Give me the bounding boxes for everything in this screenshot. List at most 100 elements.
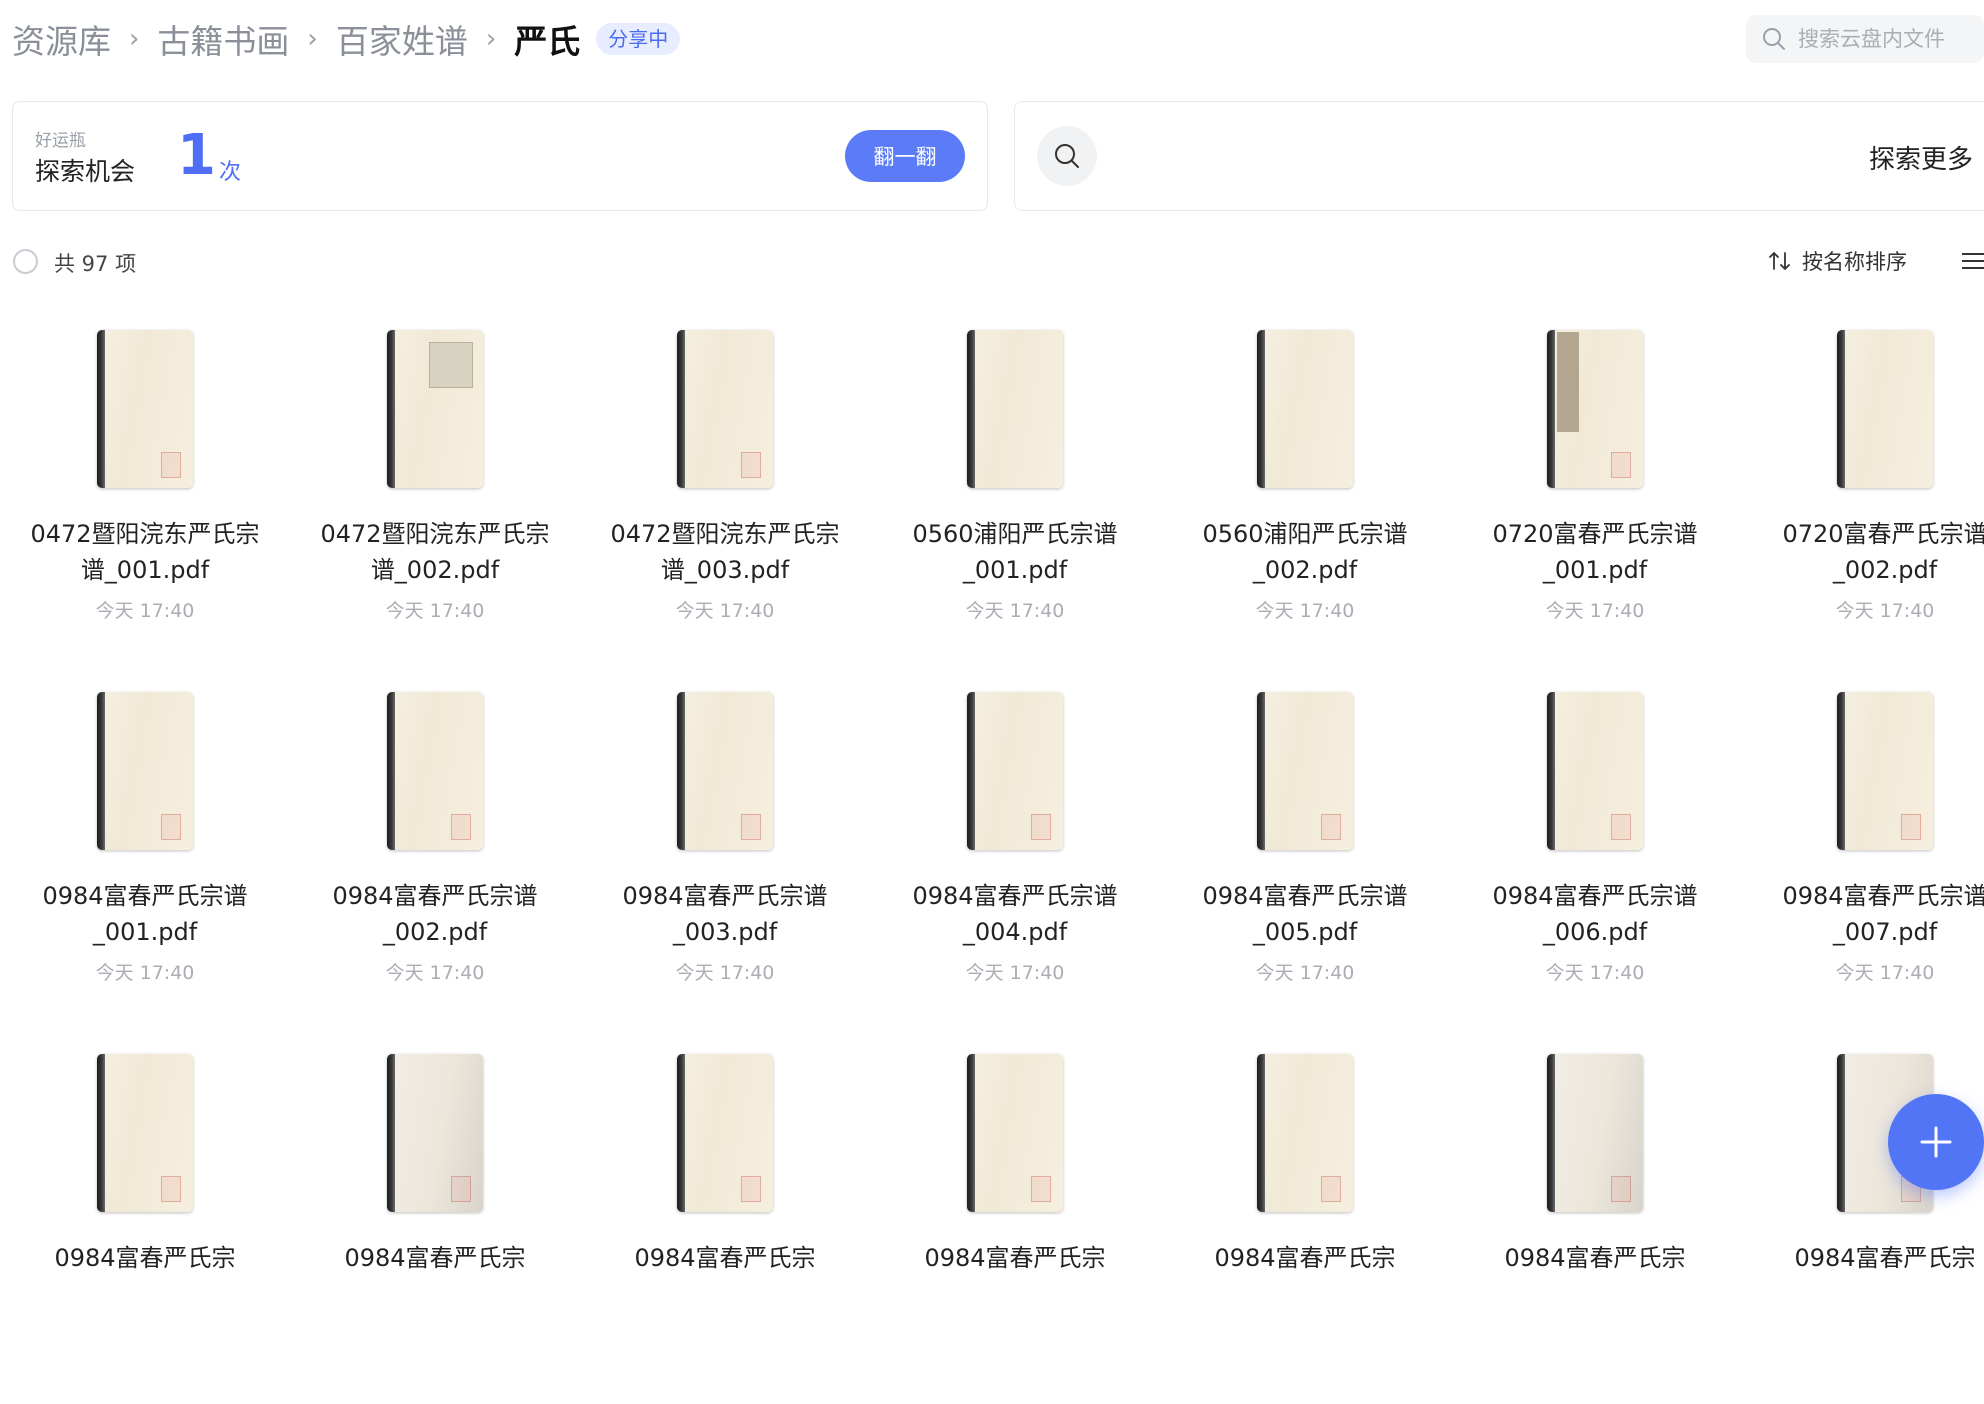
lucky-bottle-card: 好运瓶 探索机会 1 次 翻一翻	[12, 101, 988, 211]
item-count: 共 97 项	[54, 252, 137, 276]
chance-unit: 次	[219, 160, 242, 185]
select-all-checkbox[interactable]	[13, 249, 38, 274]
sort-by-name-button[interactable]: 按名称排序	[1768, 246, 1907, 276]
explore-chance-title: 探索机会	[35, 157, 136, 186]
breadcrumb-item-surnames[interactable]: 百家姓谱	[336, 15, 468, 63]
file-item[interactable]: 0984富春严氏宗谱_002.pdf 今天 17:40	[290, 680, 580, 1042]
file-item[interactable]: 0984富春严氏宗谱_007.pdf 今天 17:40	[1740, 680, 1984, 1042]
add-button[interactable]	[1888, 1094, 1984, 1190]
search-bar[interactable]	[1746, 15, 1984, 63]
file-name: 0472暨阳浣东严氏宗谱_001.pdf	[30, 520, 260, 584]
pdf-thumbnail	[1257, 1054, 1353, 1212]
file-time: 今天 17:40	[965, 962, 1065, 984]
file-item[interactable]: 0720富春严氏宗谱_002.pdf 今天 17:40	[1740, 318, 1984, 680]
breadcrumb-separator: ›	[485, 24, 497, 54]
file-time: 今天 17:40	[1835, 600, 1935, 622]
pdf-thumbnail	[677, 1054, 773, 1212]
sharing-status-badge: 分享中	[596, 23, 681, 55]
file-time: 今天 17:40	[95, 600, 195, 622]
file-item[interactable]: 0472暨阳浣东严氏宗谱_002.pdf 今天 17:40	[290, 318, 580, 680]
file-time: 今天 17:40	[385, 962, 485, 984]
explore-more-link[interactable]: 探索更多	[1869, 139, 1973, 176]
pdf-thumbnail	[1257, 330, 1353, 488]
file-name: 0984富春严氏宗谱_005.pdf	[1202, 882, 1408, 946]
pdf-thumbnail	[387, 330, 483, 488]
pdf-thumbnail	[967, 692, 1063, 850]
file-item[interactable]: 0984富春严氏宗	[0, 1042, 290, 1404]
file-item[interactable]: 0560浦阳严氏宗谱_001.pdf 今天 17:40	[870, 318, 1160, 680]
pdf-thumbnail	[1257, 692, 1353, 850]
file-item[interactable]: 0984富春严氏宗谱_006.pdf 今天 17:40	[1450, 680, 1740, 1042]
file-time: 今天 17:40	[1545, 962, 1645, 984]
file-time: 今天 17:40	[675, 962, 775, 984]
search-icon	[1055, 144, 1079, 168]
file-name: 0472暨阳浣东严氏宗谱_003.pdf	[610, 520, 840, 584]
sort-icon	[1769, 252, 1790, 270]
file-name: 0984富春严氏宗	[54, 1244, 236, 1272]
pdf-thumbnail	[967, 1054, 1063, 1212]
pdf-thumbnail	[97, 692, 193, 850]
pdf-thumbnail	[967, 330, 1063, 488]
file-item[interactable]: 0984富春严氏宗	[870, 1042, 1160, 1404]
file-name: 0984富春严氏宗谱_007.pdf	[1782, 882, 1984, 946]
file-name: 0984富春严氏宗	[1504, 1244, 1686, 1272]
file-name: 0472暨阳浣东严氏宗谱_002.pdf	[320, 520, 550, 584]
pdf-thumbnail	[1837, 330, 1933, 488]
breadcrumb-item-ancient-books[interactable]: 古籍书画	[157, 15, 289, 63]
pdf-thumbnail	[1837, 692, 1933, 850]
pdf-thumbnail	[387, 1054, 483, 1212]
page-title: 严氏	[514, 22, 581, 61]
file-item[interactable]: 0984富春严氏宗	[1450, 1042, 1740, 1404]
plus-icon	[1920, 1126, 1952, 1158]
pdf-thumbnail	[677, 692, 773, 850]
file-name: 0984富春严氏宗	[1794, 1244, 1976, 1272]
file-time: 今天 17:40	[1255, 600, 1355, 622]
pdf-thumbnail	[97, 1054, 193, 1212]
file-item[interactable]: 0984富春严氏宗	[580, 1042, 870, 1404]
file-item[interactable]: 0560浦阳严氏宗谱_002.pdf 今天 17:40	[1160, 318, 1450, 680]
file-grid: 0472暨阳浣东严氏宗谱_001.pdf 今天 17:40 0472暨阳浣东严氏…	[0, 318, 1984, 1404]
pdf-thumbnail	[1547, 692, 1643, 850]
pdf-thumbnail	[677, 330, 773, 488]
search-input[interactable]	[1796, 26, 1980, 52]
list-view-icon[interactable]	[1962, 252, 1984, 270]
file-time: 今天 17:40	[95, 962, 195, 984]
file-time: 今天 17:40	[675, 600, 775, 622]
explore-search-button[interactable]	[1037, 126, 1097, 186]
file-name: 0984富春严氏宗谱_002.pdf	[332, 882, 538, 946]
file-name: 0984富春严氏宗谱_004.pdf	[912, 882, 1118, 946]
explore-card[interactable]: 探索更多	[1014, 101, 1984, 211]
file-item[interactable]: 0984富春严氏宗	[290, 1042, 580, 1404]
file-time: 今天 17:40	[965, 600, 1065, 622]
file-name: 0984富春严氏宗	[634, 1244, 816, 1272]
file-item[interactable]: 0472暨阳浣东严氏宗谱_001.pdf 今天 17:40	[0, 318, 290, 680]
breadcrumb-separator: ›	[129, 24, 140, 54]
file-name: 0984富春严氏宗	[924, 1244, 1106, 1272]
file-time: 今天 17:40	[1835, 962, 1935, 984]
breadcrumb-item-resources[interactable]: 资源库	[12, 15, 111, 63]
file-item[interactable]: 0720富春严氏宗谱_001.pdf 今天 17:40	[1450, 318, 1740, 680]
breadcrumb: 资源库 › 古籍书画 › 百家姓谱 › 严氏 分享中	[12, 14, 681, 64]
pdf-thumbnail	[97, 330, 193, 488]
file-item[interactable]: 0984富春严氏宗	[1160, 1042, 1450, 1404]
search-icon	[1763, 28, 1785, 50]
file-item[interactable]: 0984富春严氏宗谱_005.pdf 今天 17:40	[1160, 680, 1450, 1042]
file-item[interactable]: 0984富春严氏宗谱_004.pdf 今天 17:40	[870, 680, 1160, 1042]
file-name: 0984富春严氏宗谱_001.pdf	[42, 882, 248, 946]
file-name: 0720富春严氏宗谱_001.pdf	[1492, 520, 1698, 584]
file-name: 0984富春严氏宗谱_006.pdf	[1492, 882, 1698, 946]
file-item[interactable]: 0984富春严氏宗谱_003.pdf 今天 17:40	[580, 680, 870, 1042]
breadcrumb-separator: ›	[307, 24, 318, 54]
file-item[interactable]: 0472暨阳浣东严氏宗谱_003.pdf 今天 17:40	[580, 318, 870, 680]
file-name: 0984富春严氏宗	[344, 1244, 526, 1272]
lucky-bottle-label: 好运瓶	[35, 131, 86, 151]
file-time: 今天 17:40	[1545, 600, 1645, 622]
flip-button[interactable]: 翻一翻	[845, 130, 965, 182]
file-name: 0720富春严氏宗谱_002.pdf	[1782, 520, 1984, 584]
pdf-thumbnail	[1547, 330, 1643, 488]
file-item[interactable]: 0984富春严氏宗谱_001.pdf 今天 17:40	[0, 680, 290, 1042]
chance-count: 1	[177, 123, 216, 188]
sort-label: 按名称排序	[1802, 250, 1907, 274]
file-time: 今天 17:40	[1255, 962, 1355, 984]
file-name: 0984富春严氏宗谱_003.pdf	[622, 882, 828, 946]
